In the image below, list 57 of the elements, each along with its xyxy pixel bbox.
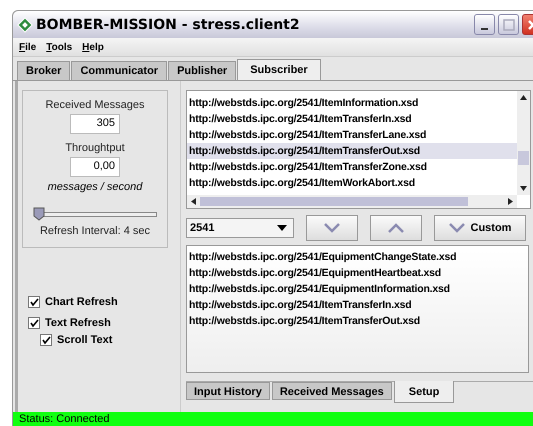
- window-title: BOMBER-MISSION - stress.client2: [36, 16, 301, 32]
- received-count-field: 305: [70, 114, 120, 134]
- tab[interactable]: Publisher: [168, 61, 236, 80]
- list-item[interactable]: http://webstds.ipc.org/2541/ItemTransferOut.xsd: [187, 313, 528, 329]
- checkbox-option[interactable]: Text Refresh: [28, 317, 180, 329]
- checkbox-option[interactable]: Scroll Text: [40, 334, 180, 346]
- refresh-slider[interactable]: [33, 207, 157, 221]
- minimize-button[interactable]: [474, 14, 495, 35]
- scroll-left-icon[interactable]: [191, 198, 196, 205]
- minimize-icon: [481, 28, 488, 30]
- list-item[interactable]: http://webstds.ipc.org/2541/ItemTransferIn.xsd: [187, 297, 528, 313]
- menu-item[interactable]: Help: [82, 42, 104, 52]
- list-item[interactable]: http://webstds.ipc.org/2541/EquipmentHeartbeat.xsd: [187, 265, 528, 281]
- scroll-right-icon[interactable]: [508, 198, 513, 205]
- list-item[interactable]: http://webstds.ipc.org/2541/ItemTransferIn.xsd: [187, 111, 517, 127]
- list-item[interactable]: http://webstds.ipc.org/2541/ItemWorkAbort.xsd: [187, 175, 517, 191]
- menu-item[interactable]: Tools: [46, 42, 72, 52]
- list-item[interactable]: http://webstds.ipc.org/2541/ItemInformation.xsd: [187, 95, 517, 111]
- checkbox[interactable]: [28, 296, 40, 308]
- move-down-button[interactable]: [306, 215, 358, 241]
- list-item[interactable]: http://webstds.ipc.org/2541/EquipmentInformation.xsd: [187, 281, 528, 297]
- list-item[interactable]: http://webstds.ipc.org/2541/EquipmentChangeState.xsd: [187, 249, 528, 265]
- list-item[interactable]: http://webstds.ipc.org/2541/ItemTransferZone.xsd: [187, 159, 517, 175]
- list-item[interactable]: http://webstds.ipc.org/2541/ItemTransferOut.xsd: [187, 143, 517, 159]
- horizontal-scrollbar[interactable]: [187, 195, 517, 208]
- menu-item[interactable]: File: [19, 42, 36, 52]
- checkbox-option[interactable]: Chart Refresh: [28, 296, 180, 308]
- unit-label: messages / second: [48, 181, 142, 193]
- received-label: Received Messages: [45, 99, 145, 111]
- throughput-label: Throughtput: [65, 142, 125, 154]
- standard-dropdown[interactable]: 2541: [186, 218, 294, 238]
- checkbox[interactable]: [28, 317, 40, 329]
- tab[interactable]: Broker: [17, 61, 70, 80]
- maximize-icon: [502, 18, 514, 30]
- throughput-field: 0,00: [70, 157, 120, 177]
- chevron-down-icon: [324, 223, 340, 233]
- scroll-down-icon[interactable]: [520, 186, 527, 191]
- scroll-up-icon[interactable]: [520, 95, 527, 100]
- chevron-down-icon: [448, 223, 465, 233]
- slider-thumb[interactable]: [33, 207, 45, 221]
- dropdown-arrow-icon: [277, 225, 287, 231]
- checkbox[interactable]: [40, 334, 52, 346]
- refresh-interval-label: Refresh Interval: 4 sec: [40, 225, 150, 237]
- scrollbar-thumb[interactable]: [518, 151, 529, 165]
- tab[interactable]: Input History: [186, 382, 270, 400]
- chevron-up-icon: [388, 223, 404, 233]
- tab[interactable]: Subscriber: [237, 59, 321, 80]
- move-up-button[interactable]: [370, 215, 422, 241]
- status-text: Status: Connected: [19, 413, 110, 425]
- tab[interactable]: Received Messages: [272, 382, 392, 400]
- tab[interactable]: Setup: [394, 381, 454, 403]
- scrollbar-thumb[interactable]: [200, 197, 468, 206]
- custom-button[interactable]: Custom: [434, 215, 526, 241]
- check-icon: [30, 298, 38, 306]
- vertical-scrollbar[interactable]: [517, 91, 530, 195]
- tab[interactable]: Communicator: [71, 61, 168, 80]
- list-item[interactable]: http://webstds.ipc.org/2541/ItemTransferLane.xsd: [187, 127, 517, 143]
